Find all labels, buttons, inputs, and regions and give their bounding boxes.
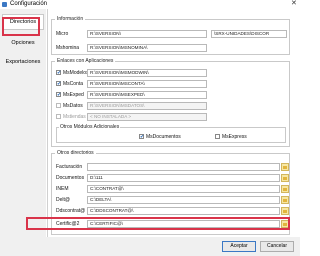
informacion-title: Información bbox=[55, 16, 86, 23]
otros-directorios-title: Otros directorios bbox=[55, 150, 96, 157]
otros-modulos-group: Otros Módulos Adicionales ✔ MsDocumentos… bbox=[56, 124, 286, 143]
msexped-label: MsExped bbox=[63, 92, 84, 98]
otros-modulos-title: Otros Módulos Adicionales bbox=[59, 124, 121, 131]
micro-unit-field[interactable]: \SRX-UNIDADES\DISCOR bbox=[211, 30, 287, 38]
documentos-folder-icon[interactable] bbox=[281, 174, 289, 182]
delta-field[interactable]: C:\DELTA\ bbox=[87, 196, 280, 204]
msexpress-checkbox[interactable] bbox=[215, 134, 220, 139]
msexped-field[interactable]: R:\SVERSION\MSEXPED\ bbox=[87, 91, 207, 99]
facturacion-folder-icon[interactable] bbox=[281, 163, 289, 171]
highlight-frame-directorios bbox=[2, 17, 40, 36]
informacion-group: Información Micro R:\SVERSION\ \SRX-UNID… bbox=[51, 16, 290, 55]
cancelar-button[interactable]: Cancelar bbox=[260, 241, 294, 252]
enlaces-group: Enlaces con Aplicaciones ✔ MsModelos R:\… bbox=[51, 58, 290, 147]
inem-label: INEM bbox=[56, 186, 69, 192]
documentos-field[interactable]: D:\111 bbox=[87, 174, 280, 182]
msdocumentos-label: MsDocumentos bbox=[146, 134, 181, 140]
directorios-panel: Información Micro R:\SVERSION\ \SRX-UNID… bbox=[47, 9, 299, 237]
msdatos-checkbox[interactable] bbox=[56, 103, 61, 108]
msexped-checkbox[interactable]: ✔ bbox=[56, 92, 61, 98]
mstiendas-checkbox[interactable] bbox=[56, 114, 61, 119]
inem-field[interactable]: C:\CONTRAT@\ bbox=[87, 185, 280, 193]
msconta-field[interactable]: R:\SVERSION\MSCONTA\ bbox=[87, 80, 207, 88]
msmodelos-checkbox[interactable]: ✔ bbox=[56, 70, 61, 76]
window-title: Configuración bbox=[10, 1, 48, 7]
msconta-checkbox[interactable]: ✔ bbox=[56, 81, 61, 87]
documentos-label: Documentos bbox=[56, 175, 85, 181]
mstiendas-label: Mstiendas bbox=[63, 114, 86, 120]
ddscontrata-field[interactable]: C:\DDSCONTRAT@\ bbox=[87, 207, 280, 215]
ddscontrata-label: Ddscontrat@ bbox=[56, 208, 86, 214]
close-icon[interactable]: ✕ bbox=[291, 0, 297, 8]
facturacion-label: Facturación bbox=[56, 164, 83, 170]
mshomina-label: Mshomina bbox=[56, 45, 80, 51]
msmodelos-label: MsModelos bbox=[63, 70, 89, 76]
facturacion-field[interactable] bbox=[87, 163, 280, 171]
delta-label: Delt@ bbox=[56, 197, 70, 203]
title-bar: Configuración ✕ bbox=[0, 0, 300, 9]
micro-label: Micro bbox=[56, 31, 69, 37]
msconta-label: MsConta bbox=[63, 81, 84, 87]
dialog-footer: Aceptar Cancelar bbox=[0, 237, 300, 256]
delta-folder-icon[interactable] bbox=[281, 196, 289, 204]
app-icon bbox=[2, 2, 7, 7]
enlaces-title: Enlaces con Aplicaciones bbox=[55, 58, 116, 65]
mshomina-field[interactable]: R:\SVERSION\MSNOMINA\ bbox=[87, 44, 207, 52]
inem-folder-icon[interactable] bbox=[281, 185, 289, 193]
msdatos-field: R:\SVERSION\MSDATOS\ bbox=[87, 102, 207, 110]
ddscontrata-folder-icon[interactable] bbox=[281, 207, 289, 215]
msmodelos-field[interactable]: R:\SVERSION\MSMODWIN\ bbox=[87, 69, 207, 77]
msdocumentos-checkbox[interactable]: ✔ bbox=[139, 134, 144, 140]
nav-item-exportaciones[interactable]: Exportaciones bbox=[2, 55, 44, 69]
highlight-frame-certifica2 bbox=[26, 217, 290, 230]
msdatos-label: MsDatos bbox=[63, 103, 83, 109]
mstiendas-field: < NO INSTALADA > bbox=[87, 113, 207, 121]
aceptar-button[interactable]: Aceptar bbox=[222, 241, 256, 252]
msexpress-label: MsExpress bbox=[222, 134, 247, 140]
nav-item-opciones[interactable]: Opciones bbox=[2, 36, 44, 50]
micro-field[interactable]: R:\SVERSION\ bbox=[87, 30, 207, 38]
